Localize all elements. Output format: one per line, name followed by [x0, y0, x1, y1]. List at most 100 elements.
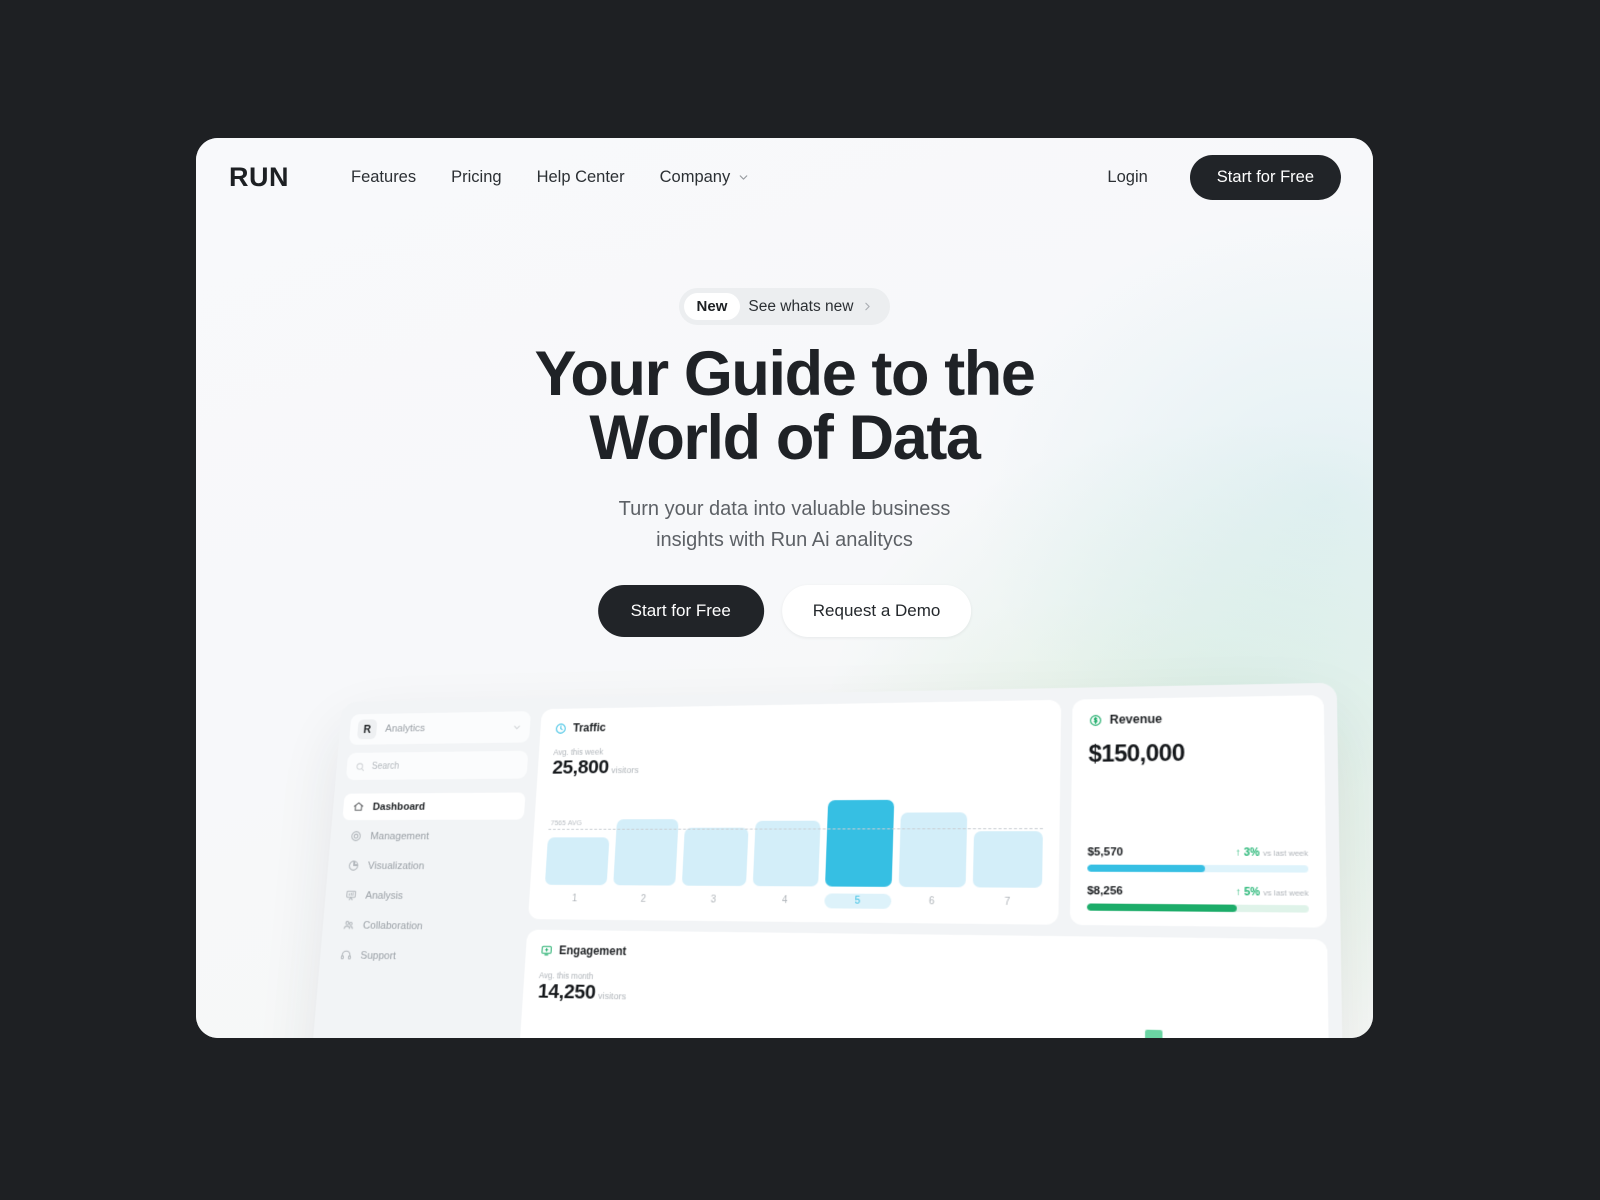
nav-actions: Login Start for Free [1107, 154, 1341, 200]
revenue-card: Revenue $150,000 $5,570 ↑ 3% vs last week [1069, 695, 1327, 928]
landing-page-card: RUN Features Pricing Help Center Company… [196, 138, 1373, 1038]
traffic-x-label[interactable]: 6 [898, 894, 966, 910]
nav-link-features[interactable]: Features [351, 168, 416, 187]
revenue-metric-value: $5,570 [1087, 846, 1124, 859]
nav-start-for-free-button[interactable]: Start for Free [1189, 154, 1341, 200]
engagement-unit: visitors [597, 990, 627, 1003]
traffic-bar-1[interactable] [544, 837, 610, 886]
traffic-x-label[interactable]: 2 [612, 892, 676, 907]
engagement-card: Engagement Avg. this month 14,250 visitor… [510, 929, 1332, 1038]
login-link[interactable]: Login [1107, 168, 1147, 187]
traffic-card: Traffic Avg. this week 25,800 visitors 75… [528, 699, 1062, 925]
traffic-clock-icon [555, 722, 568, 734]
mockup-main: Traffic Avg. this week 25,800 visitors 75… [510, 695, 1332, 1038]
revenue-metric-value: $8,256 [1087, 885, 1123, 898]
sidebar-item-label: Visualization [367, 860, 425, 872]
nav-link-pricing[interactable]: Pricing [451, 168, 501, 187]
screenshot-root: RUN Features Pricing Help Center Company… [0, 0, 1600, 1200]
brand-logo[interactable]: RUN [229, 162, 289, 193]
traffic-x-label[interactable]: 7 [973, 894, 1042, 910]
hero-request-demo-button[interactable]: Request a Demo [781, 585, 972, 637]
sidebar-item-support[interactable]: Support [330, 941, 516, 972]
mockup-sidebar: R Analytics Search Dashboard Management … [312, 709, 532, 1038]
traffic-x-label-active[interactable]: 5 [824, 893, 892, 909]
workspace-switcher[interactable]: R Analytics [348, 711, 532, 745]
revenue-metrics: $5,570 ↑ 3% vs last week $8,256 ↑ 5% vs … [1086, 846, 1309, 913]
traffic-x-axis: 1 2 3 4 5 6 7 [544, 891, 1042, 910]
traffic-card-title: Traffic [572, 720, 607, 735]
traffic-value-row: 25,800 visitors [552, 751, 1044, 779]
headset-icon [340, 949, 352, 961]
revenue-metric-delta: ↑ 5% vs last week [1235, 887, 1308, 899]
chevron-down-icon [512, 722, 523, 732]
sidebar-item-label: Management [369, 830, 430, 842]
primary-nav-links: Features Pricing Help Center Company [351, 168, 750, 187]
revenue-metric-delta-value: ↑ 3% [1235, 847, 1260, 859]
sidebar-nav: Dashboard Management Visualization Analy… [330, 792, 526, 971]
revenue-metric-row: $5,570 ↑ 3% vs last week [1087, 846, 1309, 873]
traffic-bar-6[interactable] [898, 812, 968, 888]
traffic-x-label[interactable]: 1 [544, 891, 606, 906]
revenue-metric-row: $8,256 ↑ 5% vs last week [1086, 885, 1309, 913]
traffic-average-suffix: AVG [567, 818, 582, 828]
traffic-value: 25,800 [551, 756, 610, 779]
traffic-unit: visitors [611, 765, 639, 776]
sidebar-item-visualization[interactable]: Visualization [337, 852, 521, 880]
traffic-bar-5[interactable] [824, 799, 894, 887]
engagement-spark-bar [1144, 1029, 1163, 1038]
whats-new-badge[interactable]: New See whats new [678, 288, 891, 325]
badge-text-label: See whats new [748, 297, 854, 315]
search-icon [355, 761, 365, 771]
badge-new-label: New [683, 293, 741, 320]
sidebar-item-analysis[interactable]: Analysis [335, 882, 520, 911]
monitor-plus-icon [540, 944, 553, 957]
sidebar-item-label: Collaboration [362, 919, 424, 932]
traffic-bar-3[interactable] [682, 828, 749, 887]
hero-title-line-2: World of Data [589, 403, 981, 474]
hero-start-for-free-button[interactable]: Start for Free [597, 585, 764, 637]
dashboard-mockup-wrapper: R Analytics Search Dashboard Management … [292, 682, 1346, 1038]
revenue-metric-delta: ↑ 3% vs last week [1235, 847, 1308, 859]
hero-subtitle: Turn your data into valuable business in… [575, 494, 995, 556]
traffic-x-label[interactable]: 4 [752, 893, 818, 908]
sidebar-item-dashboard[interactable]: Dashboard [342, 792, 526, 821]
revenue-metric-header: $5,570 ↑ 3% vs last week [1087, 846, 1308, 859]
hero-cta-group: Start for Free Request a Demo [597, 585, 972, 637]
traffic-x-label[interactable]: 3 [681, 892, 746, 907]
sidebar-item-management[interactable]: Management [340, 822, 524, 849]
traffic-bar-chart: 7565AVG [544, 791, 1044, 888]
revenue-card-header: Revenue [1089, 710, 1307, 727]
hero-subtitle-line-1: Turn your data into valuable business [618, 498, 951, 520]
engagement-value: 14,250 [537, 980, 597, 1004]
traffic-average-label: 7565AVG [549, 819, 582, 828]
dashboard-mockup: R Analytics Search Dashboard Management … [300, 682, 1346, 1038]
revenue-metric-delta-value: ↑ 5% [1235, 886, 1260, 899]
sidebar-item-collaboration[interactable]: Collaboration [332, 911, 517, 941]
sidebar-item-label: Dashboard [372, 800, 426, 813]
revenue-metric-note: vs last week [1263, 888, 1309, 898]
dollar-circle-icon [1089, 713, 1103, 726]
revenue-progress-track [1087, 864, 1309, 873]
hero-title-line-1: Your Guide to the [534, 339, 1035, 409]
target-icon [350, 830, 362, 842]
chevron-right-icon [865, 302, 871, 311]
workspace-avatar: R [356, 719, 378, 740]
sidebar-search-placeholder: Search [371, 760, 400, 772]
engagement-card-title: Engagement [558, 943, 627, 959]
engagement-card-header: Engagement [540, 943, 1309, 969]
revenue-metric-header: $8,256 ↑ 5% vs last week [1087, 885, 1309, 899]
traffic-bar-4[interactable] [752, 820, 821, 887]
revenue-total-value: $150,000 [1088, 739, 1185, 767]
revenue-progress-fill [1086, 903, 1237, 912]
engagement-sparkline-chart [526, 1015, 1312, 1038]
users-icon [342, 919, 354, 931]
revenue-metric-note: vs last week [1262, 848, 1309, 858]
sidebar-search-input[interactable]: Search [345, 750, 529, 781]
revenue-progress-fill [1087, 864, 1206, 873]
chevron-down-icon [739, 174, 748, 180]
workspace-name: Analytics [384, 722, 426, 735]
nav-link-help-center[interactable]: Help Center [537, 168, 625, 187]
traffic-bar-7[interactable] [973, 831, 1043, 888]
top-navigation-bar: RUN Features Pricing Help Center Company… [196, 138, 1373, 216]
nav-link-company[interactable]: Company [660, 168, 751, 187]
